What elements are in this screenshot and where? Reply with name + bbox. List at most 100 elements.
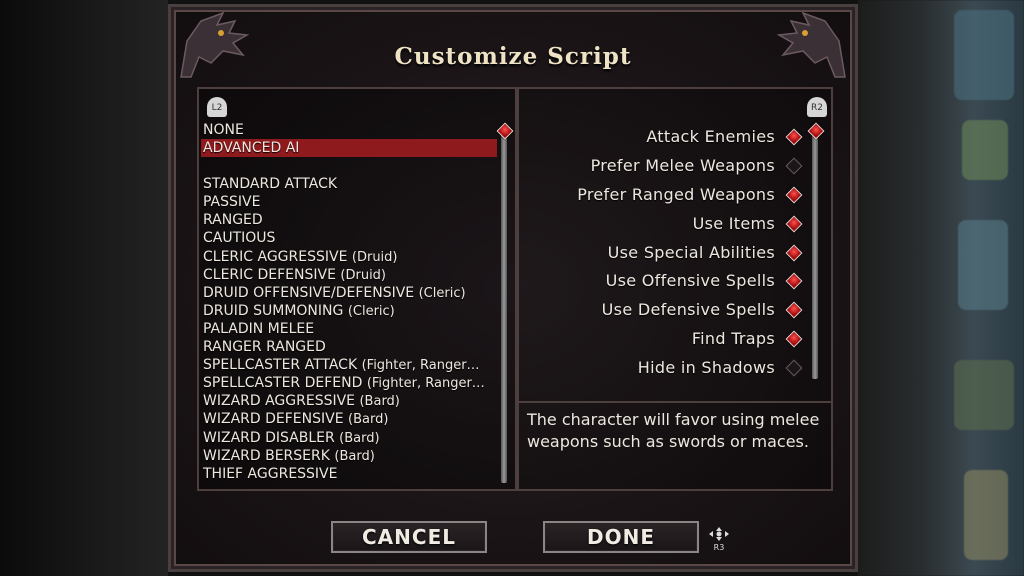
script-item-label: SPELLCASTER DEFEND bbox=[203, 375, 363, 392]
script-option-row[interactable]: Use Offensive Spells bbox=[577, 267, 803, 296]
script-item-label: ADVANCED AI bbox=[203, 140, 300, 157]
script-item-class-hint: (Bard) bbox=[339, 430, 380, 446]
script-list-item[interactable]: DRUID SUMMONING (Cleric) bbox=[201, 302, 497, 320]
left-backdrop bbox=[0, 0, 168, 576]
script-option-toggle[interactable] bbox=[785, 128, 803, 146]
script-item-label: STANDARD ATTACK bbox=[203, 176, 338, 193]
script-option-row[interactable]: Use Items bbox=[577, 209, 803, 238]
script-item-label: DRUID SUMMONING bbox=[203, 302, 344, 319]
script-option-toggle[interactable] bbox=[785, 272, 803, 290]
unchecked-diamond-icon[interactable] bbox=[785, 157, 803, 175]
script-list-scroll-thumb-icon[interactable] bbox=[496, 122, 514, 140]
script-option-toggle[interactable] bbox=[785, 330, 803, 348]
script-option-row[interactable]: Prefer Melee Weapons bbox=[577, 152, 803, 181]
script-option-toggle[interactable] bbox=[785, 359, 803, 377]
script-item-label: CLERIC AGGRESSIVE bbox=[203, 248, 348, 265]
script-item-label: WIZARD DISABLER bbox=[203, 429, 335, 446]
script-list-item[interactable]: WIZARD DISABLER (Bard) bbox=[201, 429, 497, 447]
options-scroll-thumb-icon[interactable] bbox=[807, 122, 825, 140]
script-option-toggle[interactable] bbox=[785, 215, 803, 233]
script-list-item[interactable]: ADVANCED AI bbox=[201, 139, 497, 158]
l2-button-badge[interactable]: L2 bbox=[207, 97, 227, 117]
script-option-row[interactable]: Prefer Ranged Weapons bbox=[577, 181, 803, 210]
script-item-label: THIEF AGGRESSIVE bbox=[203, 465, 338, 482]
script-item-class-hint: (Druid) bbox=[340, 267, 387, 283]
script-item-class-hint: (Druid) bbox=[351, 249, 398, 265]
script-option-row[interactable]: Find Traps bbox=[577, 325, 803, 354]
script-list-item[interactable]: WIZARD BERSERK (Bard) bbox=[201, 447, 497, 465]
script-list-item[interactable]: PASSIVE bbox=[201, 193, 497, 211]
script-item-label: CLERIC DEFENSIVE bbox=[203, 266, 336, 283]
script-item-class-hint: (Bard) bbox=[334, 448, 375, 464]
checked-diamond-icon[interactable] bbox=[785, 186, 803, 204]
script-item-class-hint: (Fighter, Ranger… bbox=[361, 358, 480, 374]
script-item-label: DRUID OFFENSIVE/DEFENSIVE bbox=[203, 284, 415, 301]
right-backdrop bbox=[858, 0, 1024, 576]
script-item-class-hint: (Cleric) bbox=[347, 303, 395, 319]
script-option-row[interactable]: Attack Enemies bbox=[577, 123, 803, 152]
script-option-label: Use Offensive Spells bbox=[605, 271, 775, 291]
script-item-class-hint: (Bard) bbox=[348, 412, 389, 428]
script-list-item[interactable]: DRUID OFFENSIVE/DEFENSIVE (Cleric) bbox=[201, 284, 497, 302]
script-list-item[interactable]: RANGER RANGED bbox=[201, 338, 497, 356]
checked-diamond-icon[interactable] bbox=[785, 301, 803, 319]
script-list-panel: L2 NONE ADVANCED AI STANDARD ATTACK PASSIVE… bbox=[197, 87, 517, 491]
script-option-row[interactable]: Hide in Shadows bbox=[577, 353, 803, 382]
window-title: Customize Script bbox=[394, 43, 632, 70]
script-option-toggle[interactable] bbox=[785, 186, 803, 204]
script-item-label: RANGER RANGED bbox=[203, 339, 326, 356]
script-option-label: Use Items bbox=[692, 213, 775, 233]
script-list-item[interactable]: NONE bbox=[201, 121, 497, 139]
script-option-label: Find Traps bbox=[691, 328, 775, 348]
checked-diamond-icon[interactable] bbox=[785, 272, 803, 290]
customize-script-window: Customize Script L2 NONE ADVANCED AI STAND… bbox=[168, 4, 858, 572]
checked-diamond-icon[interactable] bbox=[785, 330, 803, 348]
script-option-toggle[interactable] bbox=[785, 157, 803, 175]
script-item-label: WIZARD DEFENSIVE bbox=[203, 411, 344, 428]
options-scrollbar[interactable] bbox=[812, 129, 818, 379]
script-options-panel: R2 Attack Enemies Prefer Melee Weapons Pre… bbox=[517, 87, 833, 491]
checked-diamond-icon[interactable] bbox=[785, 128, 803, 146]
script-list-item[interactable]: PALADIN MELEE bbox=[201, 320, 497, 338]
script-option-label: Use Special Abilities bbox=[607, 242, 775, 262]
option-description: The character will favor using melee wea… bbox=[519, 401, 831, 489]
cancel-button[interactable]: CANCEL bbox=[331, 521, 487, 553]
script-list-item[interactable]: RANGED bbox=[201, 211, 497, 229]
script-list-item[interactable]: WIZARD AGGRESSIVE (Bard) bbox=[201, 392, 497, 410]
script-option-label: Prefer Ranged Weapons bbox=[577, 184, 775, 204]
script-option-label: Hide in Shadows bbox=[637, 357, 775, 377]
r3-button-icon: R3 bbox=[707, 527, 731, 552]
script-item-label: WIZARD BERSERK bbox=[203, 447, 330, 464]
script-option-label: Prefer Melee Weapons bbox=[590, 156, 775, 176]
script-item-label: PASSIVE bbox=[203, 194, 261, 211]
script-list-item[interactable]: SPELLCASTER ATTACK (Fighter, Ranger… bbox=[201, 356, 497, 374]
unchecked-diamond-icon[interactable] bbox=[785, 359, 803, 377]
script-item-label: PALADIN MELEE bbox=[203, 320, 315, 337]
script-list-item[interactable]: STANDARD ATTACK bbox=[201, 175, 497, 193]
script-list-item[interactable]: CAUTIOUS bbox=[201, 229, 497, 247]
script-item-class-hint: (Cleric) bbox=[418, 285, 466, 301]
r3-label: R3 bbox=[713, 543, 725, 552]
checked-diamond-icon[interactable] bbox=[785, 215, 803, 233]
script-option-toggle[interactable] bbox=[785, 301, 803, 319]
script-list-item[interactable]: WIZARD DEFENSIVE (Bard) bbox=[201, 410, 497, 428]
checked-diamond-icon[interactable] bbox=[785, 244, 803, 262]
script-item-label: SPELLCASTER ATTACK bbox=[203, 357, 358, 374]
script-option-label: Use Defensive Spells bbox=[601, 300, 775, 320]
r2-button-badge[interactable]: R2 bbox=[807, 97, 827, 117]
script-option-row[interactable]: Use Special Abilities bbox=[577, 238, 803, 267]
script-list-item[interactable]: SPELLCASTER DEFEND (Fighter, Ranger… bbox=[201, 374, 497, 392]
script-option-row[interactable]: Use Defensive Spells bbox=[577, 296, 803, 325]
script-item-class-hint: (Fighter, Ranger… bbox=[366, 376, 485, 392]
script-option-toggle[interactable] bbox=[785, 244, 803, 262]
script-list-scrollbar[interactable] bbox=[501, 129, 507, 483]
script-list-item[interactable]: CLERIC DEFENSIVE (Druid) bbox=[201, 266, 497, 284]
script-item-label: RANGED bbox=[203, 212, 263, 229]
script-item-class-hint: (Bard) bbox=[359, 394, 400, 410]
done-button[interactable]: DONE bbox=[543, 521, 699, 553]
script-list-spacer bbox=[201, 157, 497, 175]
options-list: Attack Enemies Prefer Melee Weapons Prefer… bbox=[577, 123, 803, 382]
script-list-item[interactable]: THIEF AGGRESSIVE bbox=[201, 465, 497, 483]
script-list-item[interactable]: CLERIC AGGRESSIVE (Druid) bbox=[201, 248, 497, 266]
script-item-label: WIZARD AGGRESSIVE bbox=[203, 393, 356, 410]
